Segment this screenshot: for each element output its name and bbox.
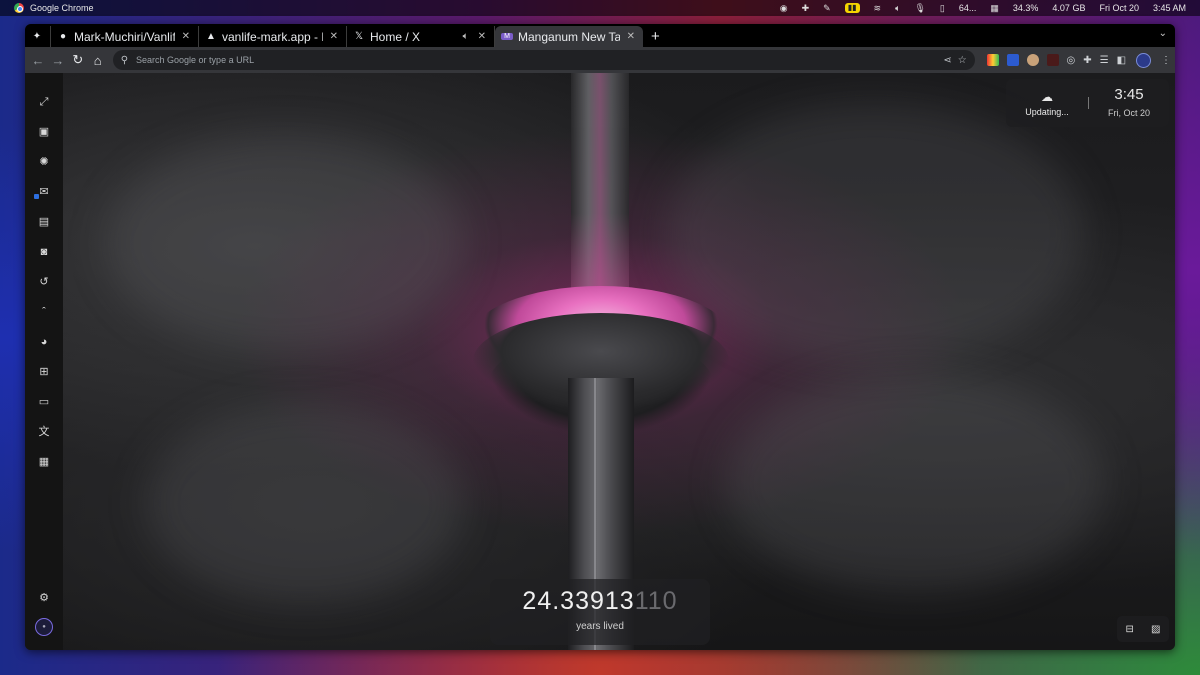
age-value-bright: 24.33913 <box>522 587 635 615</box>
share-icon[interactable]: ⋖ <box>943 55 951 66</box>
extension-circle-icon[interactable]: ◎ <box>1067 55 1076 66</box>
mic-icon[interactable]: 🎙︎ <box>914 3 925 14</box>
pinned-tab-icon: ✦ <box>32 31 42 42</box>
close-tab-icon[interactable]: ✕ <box>180 31 192 42</box>
expand-icon[interactable]: ⤢ <box>25 87 63 117</box>
menu-kebab-icon[interactable]: ⋮ <box>1161 55 1171 66</box>
background-cloud <box>145 403 465 603</box>
new-tab-button[interactable]: + <box>643 26 668 47</box>
system-date[interactable]: Fri Oct 20 <box>1099 3 1139 13</box>
profile-avatar[interactable] <box>1136 52 1151 68</box>
close-tab-icon[interactable]: ✕ <box>625 31 637 42</box>
extension-face-icon[interactable] <box>1026 54 1039 66</box>
active-app-name[interactable]: Google Chrome <box>30 3 94 13</box>
chrome-logo-icon <box>14 3 24 13</box>
close-tab-icon[interactable]: ✕ <box>328 31 340 42</box>
age-value: 24.33913110 <box>490 587 710 616</box>
clock-time: 3:45 <box>1114 85 1144 103</box>
laptop-icon[interactable]: ▭ <box>25 387 63 417</box>
bottom-right-controls: ⊟ ▨ <box>1117 616 1169 642</box>
disk-usage[interactable]: 34.3% <box>1013 3 1039 13</box>
clock-date: Fri, Oct 20 <box>1107 107 1150 118</box>
age-value-dim: 110 <box>634 587 678 615</box>
extension-dark-icon[interactable] <box>1046 54 1059 66</box>
cpu-usage[interactable]: 64... <box>959 3 977 13</box>
wifi-icon[interactable]: ≋ <box>874 3 882 14</box>
tab-title: Home / X <box>370 29 421 44</box>
background-cloud <box>105 133 465 353</box>
close-tab-icon[interactable]: ✕ <box>476 31 488 42</box>
contacts-icon[interactable]: ◙ <box>25 237 63 267</box>
memory-usage[interactable]: 4.07 GB <box>1052 3 1085 13</box>
tab-vercel[interactable]: ▲ vanlife-mark.app - D ✕ <box>199 26 347 47</box>
weather-cloud-icon: ☁ <box>1041 89 1053 104</box>
reading-list-icon[interactable]: ☰ <box>1100 55 1109 66</box>
forward-button[interactable]: → <box>49 53 67 68</box>
tab-title: Manganum New Ta <box>518 29 620 44</box>
battery-icon[interactable]: ▯ <box>940 3 945 14</box>
toggles-icon[interactable]: ⊟ <box>1126 624 1134 635</box>
age-label: years lived <box>576 621 624 632</box>
calendar-day-icon[interactable]: ▦ <box>25 447 63 477</box>
collapse-icon[interactable]: ˆ <box>25 297 63 327</box>
tab-search-chevron-icon[interactable]: ⌄ <box>1159 28 1167 39</box>
tower-mast <box>571 73 629 293</box>
back-button[interactable]: ← <box>29 53 47 68</box>
reload-button[interactable]: ↻ <box>69 52 87 68</box>
record-icon[interactable]: ◉ <box>780 3 788 14</box>
tab-pinned-extension[interactable]: ✦ <box>25 26 51 47</box>
omnibox[interactable]: ⚲ ⋖ ☆ <box>112 50 975 70</box>
calculator-icon[interactable]: ⊞ <box>25 357 63 387</box>
wallpaper-image-icon[interactable]: ▨ <box>1151 624 1160 635</box>
extension-shield-icon[interactable] <box>1006 54 1019 66</box>
translate-icon[interactable]: 文 <box>25 417 63 447</box>
mail-badge <box>34 194 39 199</box>
refresh-icon[interactable]: ↺ <box>25 267 63 297</box>
chrome-window: ✦ ● Mark-Muchiri/Vanlif ✕ ▲ vanlife-mark… <box>25 24 1175 650</box>
puzzle-icon[interactable]: ✚ <box>802 3 810 14</box>
x-icon: 𝕏 <box>354 31 364 42</box>
tab-manganum[interactable]: M Manganum New Ta ✕ <box>495 26 643 47</box>
weather-clock-widget[interactable]: ☁ Updating... 3:45 Fri, Oct 20 <box>1006 79 1169 127</box>
tab-x-home[interactable]: 𝕏 Home / X 🔈︎ ✕ <box>347 26 495 47</box>
omnibox-input[interactable] <box>134 54 938 66</box>
extensions-puzzle-icon[interactable]: ✚ <box>1083 55 1091 66</box>
extension-rainbow-icon[interactable] <box>986 54 999 66</box>
left-sidebar: ⤢ ▣ ✺ ✉ ▤ ◙ ↺ ˆ ◕ ⊞ ▭ 文 ▦ ⚙ ● <box>25 73 63 650</box>
openai-icon[interactable]: ✺ <box>25 147 63 177</box>
browser-toolbar: ← → ↻ ⌂ ⚲ ⋖ ☆ ◎ ✚ ☰ ◧ ⋮ <box>25 47 1175 73</box>
sidebar-avatar[interactable]: ● <box>35 618 53 636</box>
tab-title: Mark-Muchiri/Vanlif <box>74 29 175 44</box>
battery-badge[interactable]: ▮▮ <box>844 3 860 13</box>
tab-strip: ✦ ● Mark-Muchiri/Vanlif ✕ ▲ vanlife-mark… <box>25 24 1175 47</box>
pacman-icon[interactable]: ◕ <box>25 327 63 357</box>
apps-grid-icon[interactable]: ▦ <box>990 3 999 14</box>
calendar-icon[interactable]: ▣ <box>25 117 63 147</box>
search-icon: ⚲ <box>120 54 129 66</box>
volume-icon[interactable]: 🔈︎ <box>895 3 900 14</box>
audio-icon[interactable]: 🔈︎ <box>461 31 471 42</box>
github-icon: ● <box>59 31 67 42</box>
vercel-icon: ▲ <box>206 31 216 42</box>
tab-github[interactable]: ● Mark-Muchiri/Vanlif ✕ <box>51 26 199 47</box>
settings-icon[interactable]: ⚙ <box>25 591 63 604</box>
bookmark-star-icon[interactable]: ☆ <box>958 55 967 66</box>
clock-section[interactable]: 3:45 Fri, Oct 20 <box>1089 86 1169 121</box>
weather-status: Updating... <box>1025 106 1069 117</box>
tab-title: vanlife-mark.app - D <box>222 29 323 44</box>
chat-icon[interactable]: ▤ <box>25 207 63 237</box>
system-top-bar: Google Chrome ◉ ✚ ✎ ▮▮ ≋ 🔈︎ 🎙︎ ▯ 64... ▦… <box>0 0 1200 16</box>
background-cloud <box>725 373 1105 593</box>
side-panel-icon[interactable]: ◧ <box>1117 55 1126 66</box>
weather-section[interactable]: ☁ Updating... <box>1006 90 1088 117</box>
home-button[interactable]: ⌂ <box>89 53 107 68</box>
new-tab-page: ⤢ ▣ ✺ ✉ ▤ ◙ ↺ ˆ ◕ ⊞ ▭ 文 ▦ ⚙ ● ☁ Updating… <box>25 73 1175 650</box>
system-time[interactable]: 3:45 AM <box>1153 3 1186 13</box>
mail-icon[interactable]: ✉ <box>25 177 63 207</box>
manganum-icon: M <box>501 33 513 40</box>
age-counter-widget: 24.33913110 years lived <box>490 579 710 645</box>
pen-icon[interactable]: ✎ <box>823 3 831 14</box>
